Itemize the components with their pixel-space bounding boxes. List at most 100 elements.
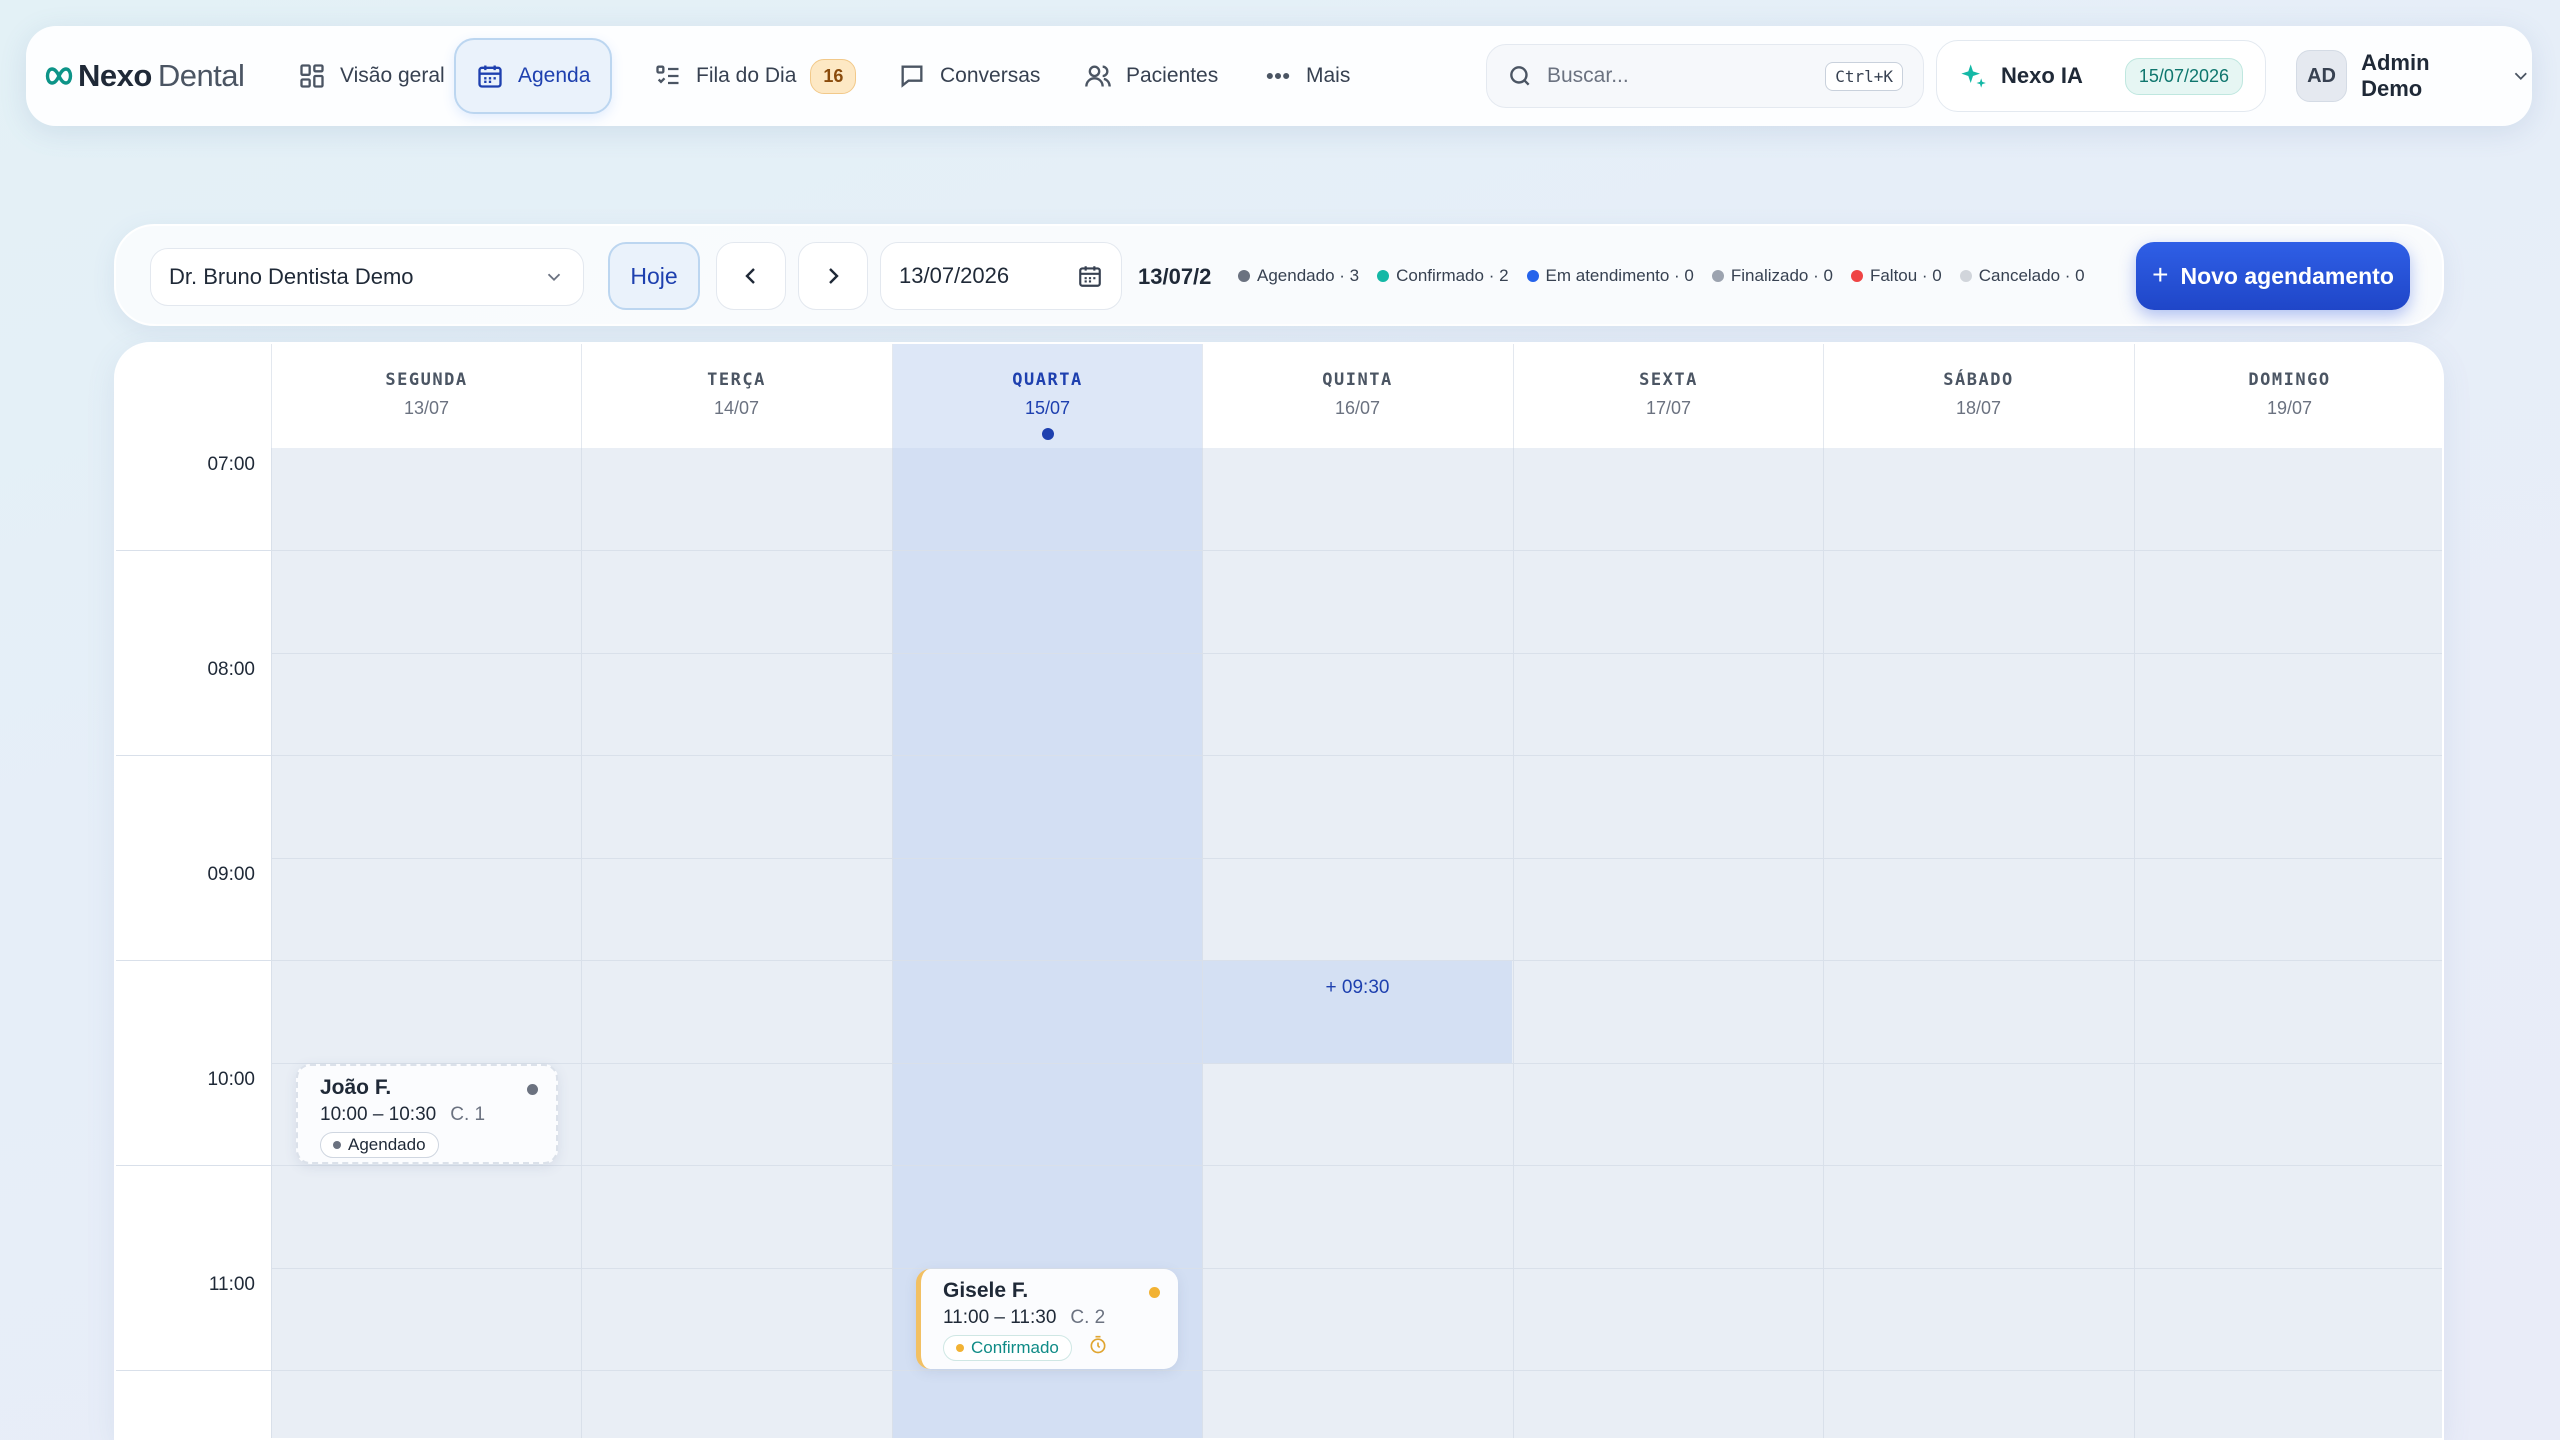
grid-line (2134, 448, 2135, 1438)
sparkle-icon (1961, 64, 1986, 88)
legend-item-agendado: Agendado · 3 (1238, 266, 1359, 286)
prev-week-button[interactable] (716, 242, 786, 310)
grid-line (116, 1370, 271, 1371)
day-name: QUARTA (1012, 370, 1083, 390)
brand-logo[interactable]: Nexo Dental (44, 56, 245, 96)
grid-line (116, 858, 2442, 859)
chevron-left-icon (745, 268, 755, 284)
status-dot (333, 1141, 341, 1149)
nav-item-fila-do-dia[interactable]: Fila do Dia 16 (634, 38, 876, 114)
week-range-text: 13/07/2 (1138, 264, 1212, 289)
appointment-time-range: 11:00 – 11:30 (943, 1307, 1057, 1328)
more-icon (1266, 72, 1290, 80)
legend-label: Finalizado · 0 (1730, 266, 1833, 285)
appointment-room: C. 1 (450, 1104, 486, 1125)
grid-line (116, 755, 271, 756)
day-header-quinta[interactable]: QUINTA 16/07 (1202, 344, 1512, 448)
new-slot-hover[interactable]: + 09:30 (1203, 961, 1512, 1063)
nav-item-pacientes[interactable]: Pacientes (1064, 38, 1238, 114)
nav-label: Visão geral (340, 64, 445, 87)
global-search[interactable]: Ctrl+K (1486, 44, 1924, 108)
agenda-toolbar: Dr. Bruno Dentista Demo Hoje 13/07/2026 … (114, 224, 2444, 326)
appointment-card[interactable]: João F. 10:00 – 10:30 C. 1 Agendado (296, 1064, 558, 1164)
nav-label: Mais (1306, 64, 1351, 87)
legend-item-cancelado: Cancelado · 0 (1959, 266, 2085, 286)
today-indicator-dot (1042, 428, 1054, 440)
next-week-button[interactable] (798, 242, 868, 310)
day-name: QUINTA (1322, 370, 1393, 390)
user-menu[interactable]: AD Admin Demo (2296, 44, 2532, 108)
ai-label: Nexo IA (2001, 63, 2083, 88)
dentist-select-value: Dr. Bruno Dentista Demo (169, 264, 414, 289)
day-header-sexta[interactable]: SEXTA 17/07 (1513, 344, 1823, 448)
new-appointment-button[interactable]: + Novo agendamento (2136, 242, 2410, 310)
grid-line (116, 550, 271, 551)
grid-line (116, 1268, 2442, 1269)
grid-line (116, 755, 2442, 756)
nav-label: Pacientes (1126, 64, 1219, 87)
nav-item-conversas[interactable]: Conversas (878, 38, 1060, 114)
day-header-terca[interactable]: TERÇA 14/07 (581, 344, 891, 448)
grid-line (116, 653, 2442, 654)
status-dot (1238, 270, 1250, 282)
day-name: TERÇA (707, 370, 766, 390)
day-date: 13/07 (403, 398, 450, 418)
search-input[interactable] (1547, 64, 1817, 88)
legend-item-finalizado: Finalizado · 0 (1711, 266, 1833, 286)
status-dot (1149, 1287, 1160, 1298)
day-header-quarta[interactable]: QUARTA 15/07 (892, 344, 1202, 448)
calendar-header: SEGUNDA 13/07 TERÇA 14/07 QUARTA 15/07 Q… (116, 344, 2442, 448)
day-name: SEXTA (1639, 370, 1698, 390)
chevron-down-icon (2515, 72, 2528, 80)
nav-item-agenda[interactable]: Agenda (454, 38, 613, 114)
queue-count-badge: 16 (810, 58, 857, 94)
grid-line (116, 550, 2442, 551)
legend-item-em-atendimento: Em atendimento · 0 (1526, 266, 1694, 286)
legend-item-confirmado: Confirmado · 2 (1377, 266, 1509, 286)
time-label: 07:00 (207, 454, 255, 475)
nexo-ai-button[interactable]: Nexo IA 15/07/2026 (1936, 40, 2266, 112)
date-picker-input[interactable]: 13/07/2026 (880, 242, 1122, 310)
status-dot (1711, 270, 1724, 282)
nav-item-mais[interactable]: Mais (1244, 38, 1370, 114)
status-dot (1959, 270, 1972, 282)
grid-line (892, 448, 893, 1438)
nav-label: Fila do Dia (696, 64, 797, 87)
plus-icon: + (2152, 258, 2169, 290)
status-legend: Agendado · 3 Confirmado · 2 Em atendimen… (1238, 266, 2103, 286)
legend-label: Agendado · 3 (1257, 266, 1360, 285)
day-name: SÁBADO (1943, 370, 2014, 390)
time-grid[interactable]: 07:00 08:00 09:00 10:00 11:00 + 09:30 Jo… (116, 448, 2442, 1438)
top-navbar: Nexo Dental Visão geral Agenda Fila do D… (26, 26, 2532, 126)
day-header-domingo[interactable]: DOMINGO 19/07 (2134, 344, 2442, 448)
time-label: 09:00 (207, 864, 255, 885)
day-date: 14/07 (713, 398, 760, 418)
week-calendar: SEGUNDA 13/07 TERÇA 14/07 QUARTA 15/07 Q… (114, 342, 2444, 1440)
today-button[interactable]: Hoje (608, 242, 700, 310)
appointment-card[interactable]: Gisele F. 11:00 – 11:30 C. 2 Confirmado (916, 1269, 1178, 1369)
nav-item-visao-geral[interactable]: Visão geral (278, 38, 465, 114)
day-date: 15/07 (1024, 398, 1071, 418)
list-check-icon (656, 65, 679, 85)
grid-line (116, 1165, 271, 1166)
user-name: Admin Demo (2361, 50, 2430, 101)
calendar-icon (478, 65, 502, 88)
users-icon (1085, 65, 1111, 87)
appointment-room: C. 2 (1070, 1307, 1106, 1328)
day-name: SEGUNDA (385, 370, 468, 390)
dentist-select[interactable]: Dr. Bruno Dentista Demo (150, 248, 584, 306)
grid-line (116, 1165, 2442, 1166)
appointment-time: 11:00 – 11:30 C. 2 (943, 1307, 1156, 1329)
time-column: 07:00 08:00 09:00 10:00 11:00 (116, 448, 271, 1438)
day-date: 16/07 (1334, 398, 1381, 418)
appointment-patient: João F. (320, 1076, 392, 1099)
infinity-logo-icon (45, 67, 73, 85)
day-header-sabado[interactable]: SÁBADO 18/07 (1823, 344, 2133, 448)
time-label: 08:00 (207, 659, 255, 680)
appointment-time: 10:00 – 10:30 C. 1 (320, 1104, 534, 1126)
day-header-segunda[interactable]: SEGUNDA 13/07 (271, 344, 581, 448)
status-badge: Agendado (320, 1132, 439, 1158)
legend-label: Confirmado · 2 (1396, 266, 1509, 285)
status-dot (527, 1084, 538, 1095)
time-label: 11:00 (208, 1274, 255, 1295)
